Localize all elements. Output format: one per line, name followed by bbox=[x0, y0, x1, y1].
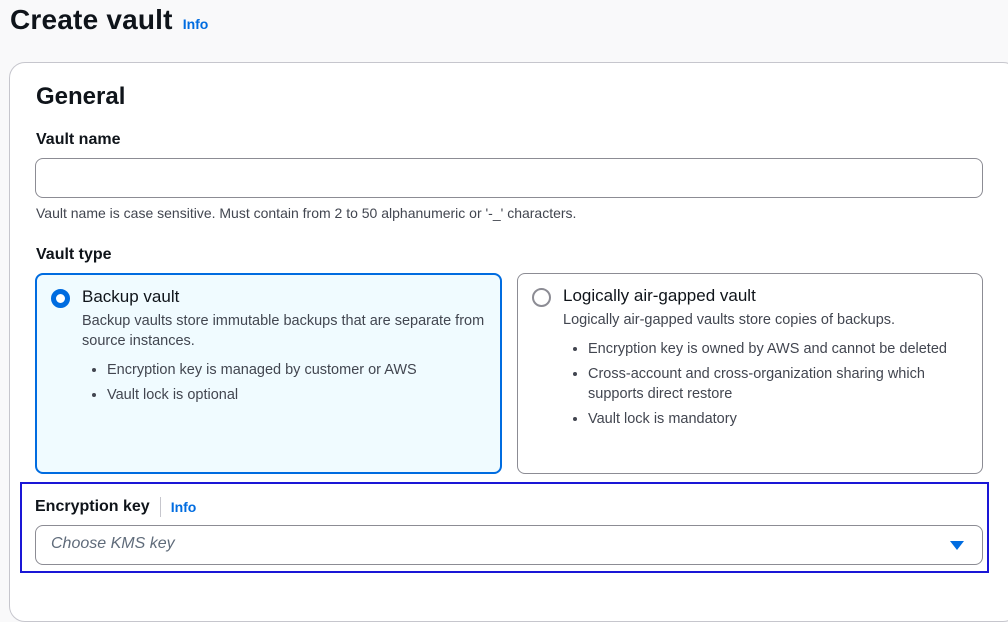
encryption-key-label-row: Encryption key Info bbox=[35, 497, 196, 517]
radio-backup-vault[interactable] bbox=[51, 289, 70, 308]
encryption-key-info-link[interactable]: Info bbox=[171, 499, 197, 515]
section-title-general: General bbox=[36, 83, 126, 110]
caret-down-icon bbox=[950, 541, 964, 550]
vault-name-hint: Vault name is case sensitive. Must conta… bbox=[36, 205, 577, 221]
page-header: Create vault Info bbox=[10, 4, 208, 36]
list-item: Vault lock is mandatory bbox=[588, 409, 978, 429]
page-title: Create vault bbox=[10, 4, 173, 35]
tile-desc-backup-vault: Backup vaults store immutable backups th… bbox=[82, 313, 485, 349]
vault-type-option-backup[interactable]: Backup vault Backup vaults store immutab… bbox=[35, 273, 502, 474]
label-divider bbox=[159, 497, 161, 517]
list-item: Encryption key is managed by customer or… bbox=[107, 360, 497, 380]
tile-bullets-air-gapped-vault: Encryption key is owned by AWS and canno… bbox=[563, 339, 978, 434]
list-item: Vault lock is optional bbox=[107, 385, 497, 405]
list-item: Encryption key is owned by AWS and canno… bbox=[588, 339, 978, 359]
vault-name-input[interactable] bbox=[35, 158, 983, 198]
encryption-key-label: Encryption key bbox=[35, 498, 150, 515]
kms-key-select[interactable]: Choose KMS key bbox=[35, 525, 983, 565]
vault-type-option-air-gapped[interactable]: Logically air-gapped vault Logically air… bbox=[517, 273, 983, 474]
tile-title-air-gapped-vault: Logically air-gapped vault bbox=[563, 286, 756, 305]
radio-air-gapped-vault[interactable] bbox=[532, 288, 551, 307]
tile-desc-air-gapped-vault: Logically air-gapped vaults store copies… bbox=[563, 312, 896, 328]
kms-key-placeholder: Choose KMS key bbox=[51, 535, 175, 552]
vault-type-label: Vault type bbox=[36, 246, 112, 263]
tile-bullets-backup-vault: Encryption key is managed by customer or… bbox=[82, 360, 497, 410]
list-item: Cross-account and cross-organization sha… bbox=[588, 364, 978, 404]
tile-title-backup-vault: Backup vault bbox=[82, 287, 180, 306]
vault-name-label: Vault name bbox=[36, 131, 121, 148]
page-info-link[interactable]: Info bbox=[183, 16, 209, 32]
